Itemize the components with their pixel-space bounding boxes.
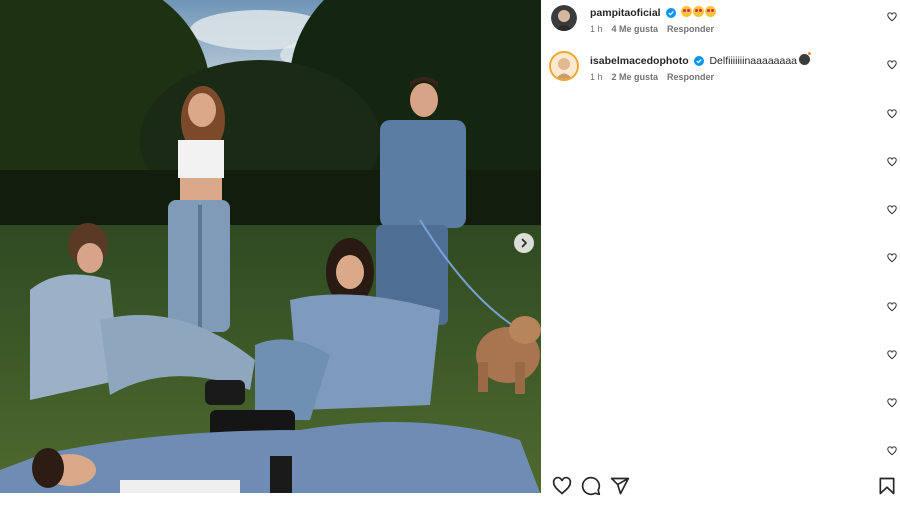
verified-badge-icon: [693, 56, 704, 66]
comment-like-heart-icon[interactable]: [887, 60, 897, 70]
comment-username[interactable]: isabelmacedophoto: [590, 55, 689, 67]
comment-like-heart-icon[interactable]: [887, 157, 897, 167]
bomb-emoji: [799, 52, 812, 65]
post-photo: [0, 0, 541, 493]
comment-icon[interactable]: [581, 476, 601, 496]
comment-like-heart-icon[interactable]: [887, 205, 897, 215]
comment-like-heart-icon[interactable]: [887, 398, 897, 408]
bookmark-icon[interactable]: [877, 476, 897, 496]
reply-button[interactable]: Responder: [667, 72, 714, 82]
comment-username[interactable]: pampitaoficial: [590, 7, 661, 19]
comments-panel: pampitaoficial 1 h 4 Me gusta Responder i…: [541, 0, 900, 470]
comment-like-heart-icon[interactable]: [887, 109, 897, 119]
comment-like-heart-icon[interactable]: [887, 446, 897, 456]
carousel-next-button[interactable]: [514, 233, 534, 253]
heart-eyes-emoji: [681, 6, 693, 17]
avatar[interactable]: [551, 53, 577, 79]
comment-like-heart-icon[interactable]: [887, 12, 897, 22]
comment-likes-link[interactable]: 4 Me gusta: [612, 24, 659, 34]
heart-icon[interactable]: [552, 476, 572, 496]
chevron-right-icon: [521, 238, 527, 248]
avatar[interactable]: [551, 5, 577, 31]
comment-time: 1 h: [590, 72, 603, 82]
post-action-bar: [541, 470, 900, 506]
comment-likes-link[interactable]: 2 Me gusta: [612, 72, 659, 82]
comment-like-heart-icon[interactable]: [887, 350, 897, 360]
heart-eyes-emoji: [705, 6, 717, 17]
comment-like-heart-icon[interactable]: [887, 302, 897, 312]
share-icon[interactable]: [610, 476, 630, 496]
heart-eyes-emoji: [693, 6, 705, 17]
verified-badge-icon: [665, 8, 676, 18]
comment-text: Delfiiiiiiinaaaaaaaa: [709, 55, 798, 67]
comment-time: 1 h: [590, 24, 603, 34]
comment-like-heart-icon[interactable]: [887, 253, 897, 263]
reply-button[interactable]: Responder: [667, 24, 714, 34]
